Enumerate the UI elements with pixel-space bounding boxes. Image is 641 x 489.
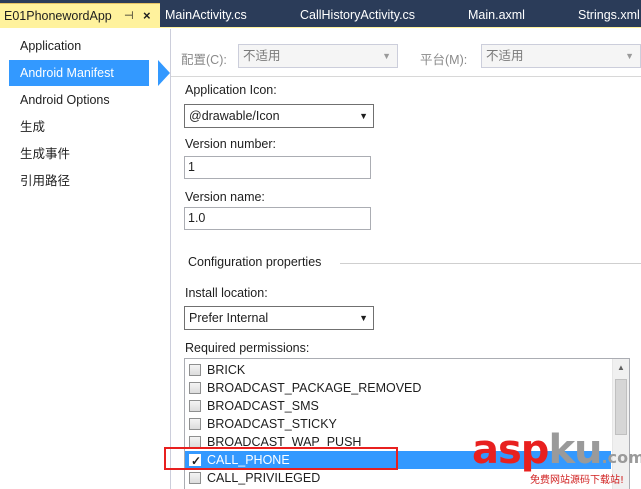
permission-label: BRICK bbox=[207, 363, 246, 377]
platform-value: 不适用 bbox=[486, 49, 524, 63]
permission-label: BROADCAST_SMS bbox=[207, 399, 319, 413]
group-divider bbox=[340, 263, 641, 264]
nav-item-label: Android Options bbox=[20, 93, 110, 107]
checkbox[interactable] bbox=[189, 472, 201, 484]
nav-item-label: 生成事件 bbox=[20, 147, 71, 161]
version-name-label: Version name: bbox=[185, 190, 265, 204]
configuration-value: 不适用 bbox=[243, 49, 281, 63]
watermark-subtitle: 免费网站源码下载站! bbox=[530, 475, 625, 486]
selection-arrow-icon bbox=[158, 60, 170, 86]
tab-label: MainActivity.cs bbox=[165, 8, 247, 22]
scroll-up-arrow-icon[interactable]: ▲ bbox=[613, 359, 629, 376]
tab-label: CallHistoryActivity.cs bbox=[300, 8, 416, 22]
tab-label: Strings.xml bbox=[578, 8, 640, 22]
nav-item-label: 引用路径 bbox=[20, 174, 71, 188]
app-icon-select[interactable]: @drawable/Icon ▼ bbox=[184, 104, 374, 128]
permission-label: CALL_PHONE bbox=[207, 453, 290, 467]
configuration-properties-heading: Configuration properties bbox=[188, 255, 322, 269]
permission-label: CALL_PRIVILEGED bbox=[207, 471, 321, 485]
tab-main-axml[interactable]: Main.axml bbox=[468, 4, 525, 26]
close-icon[interactable]: × bbox=[143, 4, 151, 28]
app-icon-value: @drawable/Icon bbox=[189, 109, 280, 123]
tab-label: Main.axml bbox=[468, 8, 525, 22]
nav-item-build-events[interactable]: 生成事件 bbox=[9, 141, 160, 167]
tab-e01phonewordapp[interactable]: E01PhonewordApp ⊣ × bbox=[0, 3, 160, 28]
version-number-field[interactable]: 1 bbox=[184, 156, 371, 179]
tab-mainactivity[interactable]: MainActivity.cs bbox=[165, 4, 247, 26]
nav-item-label: Android Manifest bbox=[20, 66, 114, 80]
permission-label: BROADCAST_PACKAGE_REMOVED bbox=[207, 381, 422, 395]
app-icon-label-clip: Application Icon: bbox=[171, 77, 641, 97]
checkbox[interactable] bbox=[189, 400, 201, 412]
project-properties-nav: Application Android Manifest Android Opt… bbox=[0, 29, 170, 489]
checkbox[interactable] bbox=[189, 382, 201, 394]
permission-item[interactable]: BRICK bbox=[185, 361, 611, 379]
configuration-label: 配置(C): bbox=[181, 53, 227, 67]
watermark-red-text: asp bbox=[472, 427, 549, 473]
nav-divider bbox=[170, 29, 171, 489]
nav-item-android-manifest[interactable]: Android Manifest bbox=[9, 60, 170, 86]
checkbox[interactable] bbox=[189, 418, 201, 430]
install-location-label: Install location: bbox=[185, 286, 268, 300]
chevron-down-icon: ▼ bbox=[359, 111, 368, 121]
version-name-field[interactable]: 1.0 bbox=[184, 207, 371, 230]
document-tab-bar: E01PhonewordApp ⊣ × MainActivity.cs Call… bbox=[0, 0, 641, 28]
version-number-value: 1 bbox=[188, 160, 195, 174]
permission-item[interactable]: BROADCAST_PACKAGE_REMOVED bbox=[185, 379, 611, 397]
check-icon: ✓ bbox=[191, 454, 202, 468]
nav-item-reference-paths[interactable]: 引用路径 bbox=[9, 168, 160, 194]
nav-item-android-options[interactable]: Android Options bbox=[9, 87, 160, 113]
watermark-tld: .com bbox=[601, 448, 641, 467]
permission-label: BROADCAST_WAP_PUSH bbox=[207, 435, 362, 449]
watermark-gray-text: ku bbox=[548, 427, 602, 473]
version-name-value: 1.0 bbox=[188, 211, 206, 225]
nav-item-build[interactable]: 生成 bbox=[9, 114, 160, 140]
chevron-down-icon: ▼ bbox=[625, 51, 634, 61]
nav-item-label: Application bbox=[20, 39, 82, 53]
pin-icon[interactable]: ⊣ bbox=[124, 4, 134, 28]
app-icon-label: Application Icon: bbox=[185, 83, 277, 97]
nav-item-label: 生成 bbox=[20, 120, 46, 134]
required-permissions-label: Required permissions: bbox=[185, 341, 310, 355]
install-location-select[interactable]: Prefer Internal ▼ bbox=[184, 306, 374, 330]
configuration-select: 不适用 ▼ bbox=[238, 44, 398, 68]
install-location-value: Prefer Internal bbox=[189, 311, 269, 325]
checkbox[interactable] bbox=[189, 364, 201, 376]
permission-label: BROADCAST_STICKY bbox=[207, 417, 337, 431]
checkbox-checked[interactable]: ✓ bbox=[189, 454, 201, 468]
permission-item[interactable]: BROADCAST_SMS bbox=[185, 397, 611, 415]
tab-underline bbox=[0, 27, 641, 28]
chevron-down-icon: ▼ bbox=[359, 313, 368, 323]
nav-item-application[interactable]: Application bbox=[9, 33, 160, 59]
tab-label: E01PhonewordApp bbox=[4, 9, 112, 23]
platform-label: 平台(M): bbox=[420, 53, 468, 67]
checkbox[interactable] bbox=[189, 436, 201, 448]
platform-select: 不适用 ▼ bbox=[481, 44, 641, 68]
version-number-label: Version number: bbox=[185, 137, 277, 151]
tab-callhistoryactivity[interactable]: CallHistoryActivity.cs bbox=[300, 4, 415, 26]
chevron-down-icon: ▼ bbox=[382, 51, 391, 61]
tab-strings-xml[interactable]: Strings.xml bbox=[578, 4, 640, 26]
scroll-thumb[interactable] bbox=[615, 379, 627, 435]
